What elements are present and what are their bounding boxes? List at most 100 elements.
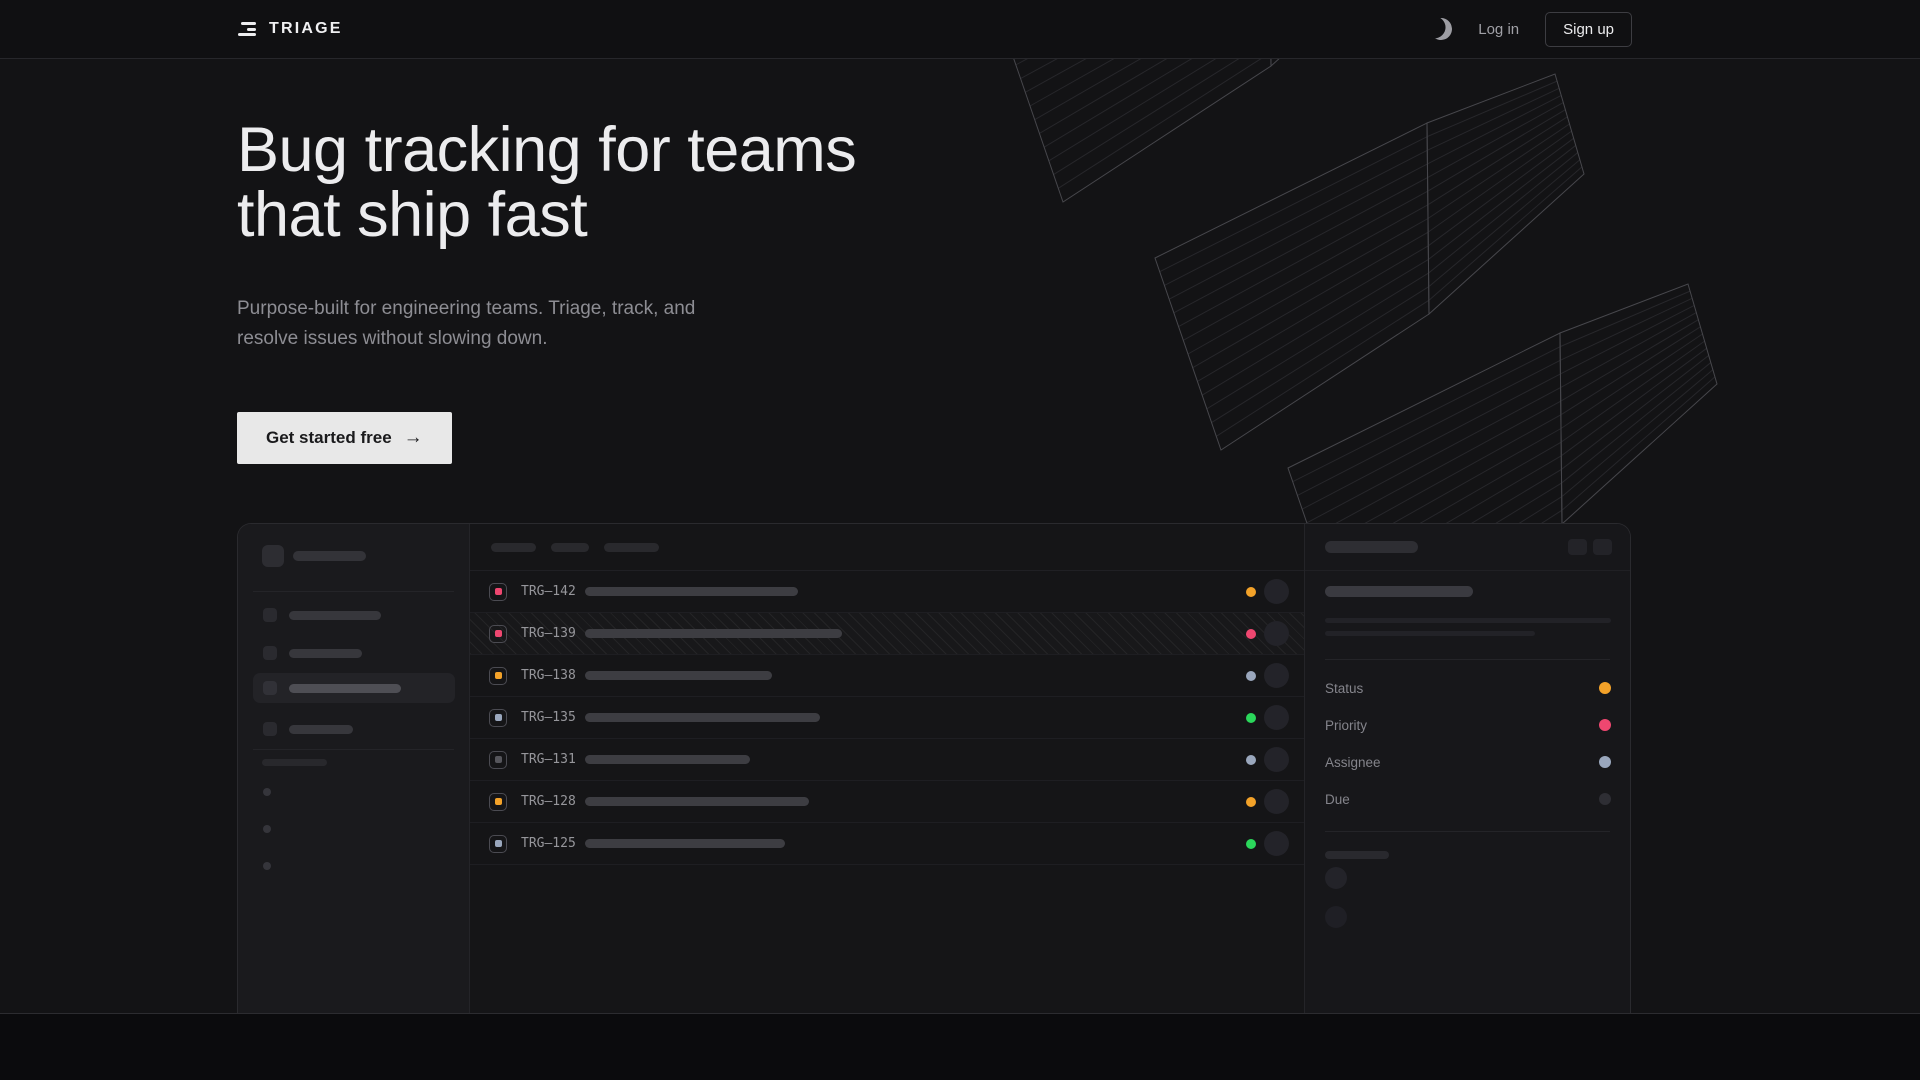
issue-row: TRG–138 [470, 655, 1304, 697]
navbar: TRIAGE Log in Sign up [0, 0, 1920, 59]
detail-field-row: Status [1325, 678, 1611, 698]
status-dot [1246, 797, 1256, 807]
list-dot [263, 825, 271, 833]
field-value-dot [1599, 682, 1611, 694]
field-value-dot [1599, 793, 1611, 805]
filter-pill [551, 543, 589, 552]
status-dot [1246, 839, 1256, 849]
status-dot [1246, 755, 1256, 765]
arrow-right-icon: → [404, 427, 423, 449]
comment-avatar [1325, 906, 1347, 928]
assignee-avatar [1264, 579, 1289, 604]
hero-subtitle: Purpose-built for engineering teams. Tri… [237, 294, 856, 354]
brand-logo[interactable]: TRIAGE [238, 20, 343, 38]
issue-title-placeholder [1325, 586, 1473, 597]
issue-title-placeholder [585, 671, 772, 680]
description-line [1325, 631, 1535, 636]
detail-header [1305, 524, 1630, 571]
issue-title-placeholder [585, 755, 750, 764]
nav-icon [263, 608, 277, 622]
app-preview-panel: TRG–142 TRG–139 TRG–138 TRG–135 [237, 523, 1631, 1014]
detail-field-row: Assignee [1325, 752, 1611, 772]
workspace-switcher [262, 545, 366, 567]
nav-icon [263, 646, 277, 660]
status-dot [1246, 671, 1256, 681]
field-label: Priority [1325, 718, 1367, 733]
issue-type-icon [489, 835, 507, 853]
status-dot [1246, 587, 1256, 597]
brand-name: TRIAGE [269, 20, 343, 38]
signup-button[interactable]: Sign up [1545, 12, 1632, 47]
field-label: Assignee [1325, 755, 1381, 770]
detail-action-icon [1568, 539, 1587, 555]
issue-type-icon [489, 625, 507, 643]
hero-section: Bug tracking for teams that ship fast Pu… [237, 118, 856, 464]
landing-page: TRIAGE Log in Sign up Bug tracking for t… [0, 0, 1920, 1080]
field-label: Status [1325, 681, 1363, 696]
hero-heading: Bug tracking for teams that ship fast [237, 118, 856, 248]
issue-list: TRG–142 TRG–139 TRG–138 TRG–135 [470, 524, 1304, 1014]
field-value-dot [1599, 719, 1611, 731]
sidebar-item-placeholder [253, 714, 455, 744]
issue-type-icon [489, 751, 507, 769]
nav-icon [263, 681, 277, 695]
footer [0, 1013, 1920, 1080]
issue-type-icon [489, 793, 507, 811]
assignee-avatar [1264, 705, 1289, 730]
issue-row: TRG–125 [470, 823, 1304, 865]
detail-title-placeholder [1325, 541, 1418, 553]
assignee-avatar [1264, 831, 1289, 856]
status-dot [1246, 629, 1256, 639]
preview-sidebar [238, 524, 470, 1014]
login-link[interactable]: Log in [1478, 21, 1519, 38]
workspace-avatar [262, 545, 284, 567]
filter-pill [604, 543, 659, 552]
detail-field-row: Priority [1325, 715, 1611, 735]
assignee-avatar [1264, 621, 1289, 646]
issue-id: TRG–135 [521, 710, 585, 725]
issue-type-icon [489, 667, 507, 685]
issue-type-icon [489, 583, 507, 601]
issue-id: TRG–125 [521, 836, 585, 851]
issue-id: TRG–138 [521, 668, 585, 683]
issue-title-placeholder [585, 797, 809, 806]
issue-rows: TRG–142 TRG–139 TRG–138 TRG–135 [470, 571, 1304, 865]
sidebar-item-placeholder [253, 638, 455, 668]
comment-avatar [1325, 867, 1347, 889]
list-toolbar [470, 524, 1304, 571]
detail-field-row: Due [1325, 789, 1611, 809]
issue-id: TRG–131 [521, 752, 585, 767]
workspace-name-placeholder [293, 551, 366, 561]
issue-row: TRG–131 [470, 739, 1304, 781]
field-value-dot [1599, 756, 1611, 768]
activity-label-placeholder [1325, 851, 1389, 859]
issue-detail-panel: Status Priority Assignee Due [1304, 524, 1630, 1014]
assignee-avatar [1264, 747, 1289, 772]
issue-title-placeholder [585, 839, 785, 848]
issue-row: TRG–128 [470, 781, 1304, 823]
filter-pill [491, 543, 536, 552]
sidebar-item-active [253, 673, 455, 703]
field-label: Due [1325, 792, 1350, 807]
issue-row: TRG–135 [470, 697, 1304, 739]
issue-type-icon [489, 709, 507, 727]
get-started-button[interactable]: Get started free → [237, 412, 452, 464]
navbar-actions: Log in Sign up [1430, 12, 1632, 47]
assignee-avatar [1264, 663, 1289, 688]
assignee-avatar [1264, 789, 1289, 814]
issue-id: TRG–128 [521, 794, 585, 809]
issue-id: TRG–139 [521, 626, 585, 641]
triage-bars-icon [238, 22, 256, 36]
status-dot [1246, 713, 1256, 723]
issue-row: TRG–139 [470, 613, 1304, 655]
section-label-placeholder [262, 759, 327, 766]
issue-title-placeholder [585, 629, 842, 638]
sidebar-item-placeholder [253, 600, 455, 630]
list-dot [263, 862, 271, 870]
list-dot [263, 788, 271, 796]
moon-icon[interactable] [1428, 16, 1454, 42]
issue-title-placeholder [585, 587, 798, 596]
description-line [1325, 618, 1611, 623]
issue-title-placeholder [585, 713, 820, 722]
issue-row: TRG–142 [470, 571, 1304, 613]
